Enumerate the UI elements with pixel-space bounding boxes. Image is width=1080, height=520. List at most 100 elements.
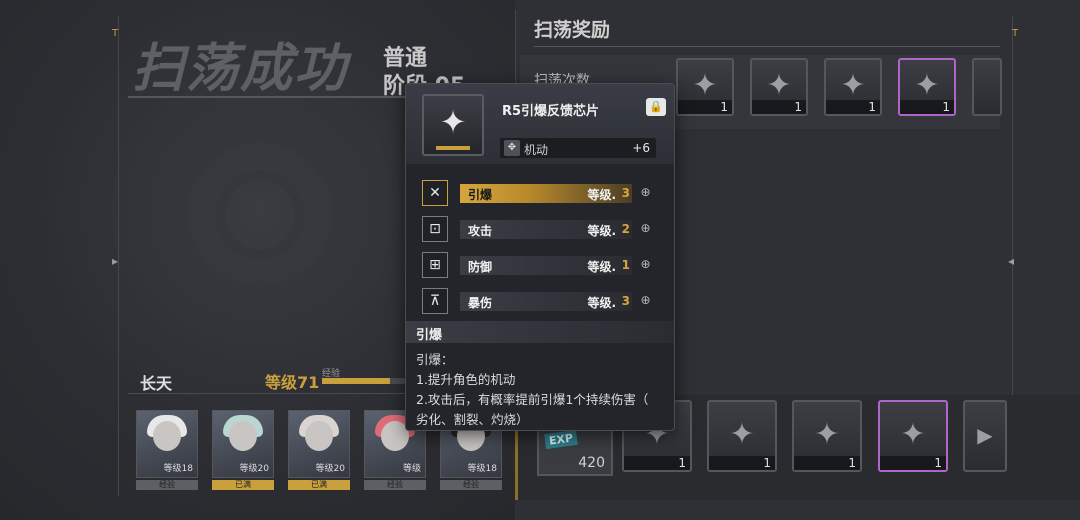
zoom-icon[interactable]: ⊕ [638, 185, 653, 200]
exp-progress-fill [322, 378, 391, 384]
stat-label: 机动 [524, 143, 549, 157]
exp-icon: EXP [544, 429, 578, 450]
reward-item-partial[interactable]: ▶ [963, 400, 1007, 472]
portrait-2[interactable]: 等级20 [212, 410, 274, 478]
defense-icon: ⊞ [422, 252, 448, 278]
skill-row[interactable]: ⊼ 暴伤 等级. 3 ⊕ [422, 288, 662, 314]
rewards-divider [534, 46, 1000, 47]
lock-icon[interactable]: 🔒 [646, 98, 666, 116]
reward-item-partial[interactable] [972, 58, 1002, 116]
portrait-level: 等级 [402, 464, 421, 474]
skill-level-label: 等级. [587, 188, 616, 202]
skill-row[interactable]: ⊡ 攻击 等级. 2 ⊕ [422, 216, 662, 242]
page-title: 扫荡成功 [132, 39, 349, 99]
character-level: 等级71 [265, 373, 320, 392]
chip-icon: ✦ [914, 67, 940, 103]
zoom-icon[interactable]: ⊕ [638, 293, 653, 308]
description-title: 引爆 [416, 328, 443, 343]
portrait-face [305, 421, 333, 451]
reward-item[interactable]: ✦ 1 [676, 58, 734, 116]
description-line: 1.提升角色的机动 [416, 372, 516, 387]
background-ring-inner [215, 170, 305, 260]
skill-level: 2 [621, 222, 630, 236]
skill-bar: 攻击 等级. 2 [460, 220, 632, 239]
skill-level-label: 等级. [587, 260, 616, 274]
portrait-level: 等级20 [315, 464, 345, 474]
skill-level-label: 等级. [587, 224, 616, 238]
item-name: R5引爆反馈芯片 [502, 104, 600, 119]
item-qty: 1 [678, 456, 686, 470]
corner-marker: T [1012, 28, 1019, 39]
skill-level-label: 等级. [587, 296, 616, 310]
portrait-tag: 经验 [136, 480, 198, 490]
skill-bar: 防御 等级. 1 [460, 256, 632, 275]
item-qty: 1 [848, 456, 856, 470]
skill-bar: 引爆 等级. 3 [460, 184, 632, 203]
item-qty: 1 [720, 100, 728, 114]
chip-icon: ✦ [814, 416, 840, 452]
zoom-icon[interactable]: ⊕ [638, 257, 653, 272]
frame-line-left [118, 16, 119, 496]
chip-icon: ✦ [766, 67, 792, 103]
portrait-face [153, 421, 181, 451]
burst-icon: ✕ [422, 180, 448, 206]
item-qty: 1 [934, 456, 942, 470]
skill-level: 1 [621, 258, 630, 272]
portrait-3[interactable]: 等级20 [288, 410, 350, 478]
portrait-tag: 已满 [212, 480, 274, 490]
skill-row[interactable]: ⊞ 防御 等级. 1 ⊕ [422, 252, 662, 278]
description-line: 引爆： [416, 352, 454, 367]
title-underline [128, 96, 418, 98]
item-qty: 1 [763, 456, 771, 470]
reward-item[interactable]: ✦ 1 [792, 400, 862, 472]
skill-name: 引爆 [468, 188, 493, 202]
description-header [406, 321, 674, 343]
zoom-icon[interactable]: ⊕ [638, 221, 653, 236]
chip-icon: ✦ [840, 67, 866, 103]
skill-name: 攻击 [468, 224, 493, 238]
description-line: 2.攻击后，有概率提前引爆1个持续伤害（ [416, 392, 649, 407]
item-stat: ✥ 机动 +6 [500, 138, 656, 158]
chip-item-icon: ✦ [422, 94, 484, 156]
skill-level: 3 [621, 294, 630, 308]
reward-item[interactable]: ✦ 1 [707, 400, 777, 472]
item-qty: 1 [794, 100, 802, 114]
chip-rarity-bar [436, 146, 470, 150]
attack-icon: ⊡ [422, 216, 448, 242]
right-arrow-icon: ◂ [1008, 254, 1015, 268]
corner-marker: T [112, 28, 119, 39]
reward-item[interactable]: ✦ 1 [878, 400, 948, 472]
crit-icon: ⊼ [422, 288, 448, 314]
reward-item[interactable]: ✦ 1 [824, 58, 882, 116]
skill-name: 暴伤 [468, 296, 493, 310]
item-tooltip: ✦ R5引爆反馈芯片 🔒 ✥ 机动 +6 ✕ 引爆 等级. 3 ⊕ ⊡ 攻击 等… [405, 83, 675, 431]
reward-item[interactable]: ✦ 1 [750, 58, 808, 116]
item-qty: 1 [942, 100, 950, 114]
portrait-level: 等级20 [239, 464, 269, 474]
portrait-level: 等级18 [163, 464, 193, 474]
portrait-face [229, 421, 257, 451]
stat-value: +6 [632, 141, 650, 155]
portrait-1[interactable]: 等级18 [136, 410, 198, 478]
chip-icon: ✦ [729, 416, 755, 452]
chip-icon: ✦ [692, 67, 718, 103]
scroll-right-icon: ▶ [977, 422, 993, 447]
portrait-tag: 经验 [440, 480, 502, 490]
skill-level: 3 [621, 186, 630, 200]
skill-row[interactable]: ✕ 引爆 等级. 3 ⊕ [422, 180, 662, 206]
exp-qty: 420 [578, 455, 605, 471]
skill-bar: 暴伤 等级. 3 [460, 292, 632, 311]
character-name: 长天 [140, 374, 173, 393]
portrait-tag: 已满 [288, 480, 350, 490]
rewards-title: 扫荡奖励 [534, 19, 611, 41]
item-qty: 1 [868, 100, 876, 114]
left-arrow-icon: ▸ [112, 254, 119, 268]
description-line: 劣化、割裂、灼烧） [416, 412, 529, 427]
skill-name: 防御 [468, 260, 493, 274]
chip-icon: ✦ [900, 416, 926, 452]
chip-icon: ✦ [439, 103, 467, 142]
portrait-level: 等级18 [467, 464, 497, 474]
mobility-icon: ✥ [504, 140, 520, 156]
portrait-tag: 经验 [364, 480, 426, 490]
reward-item[interactable]: ✦ 1 [898, 58, 956, 116]
